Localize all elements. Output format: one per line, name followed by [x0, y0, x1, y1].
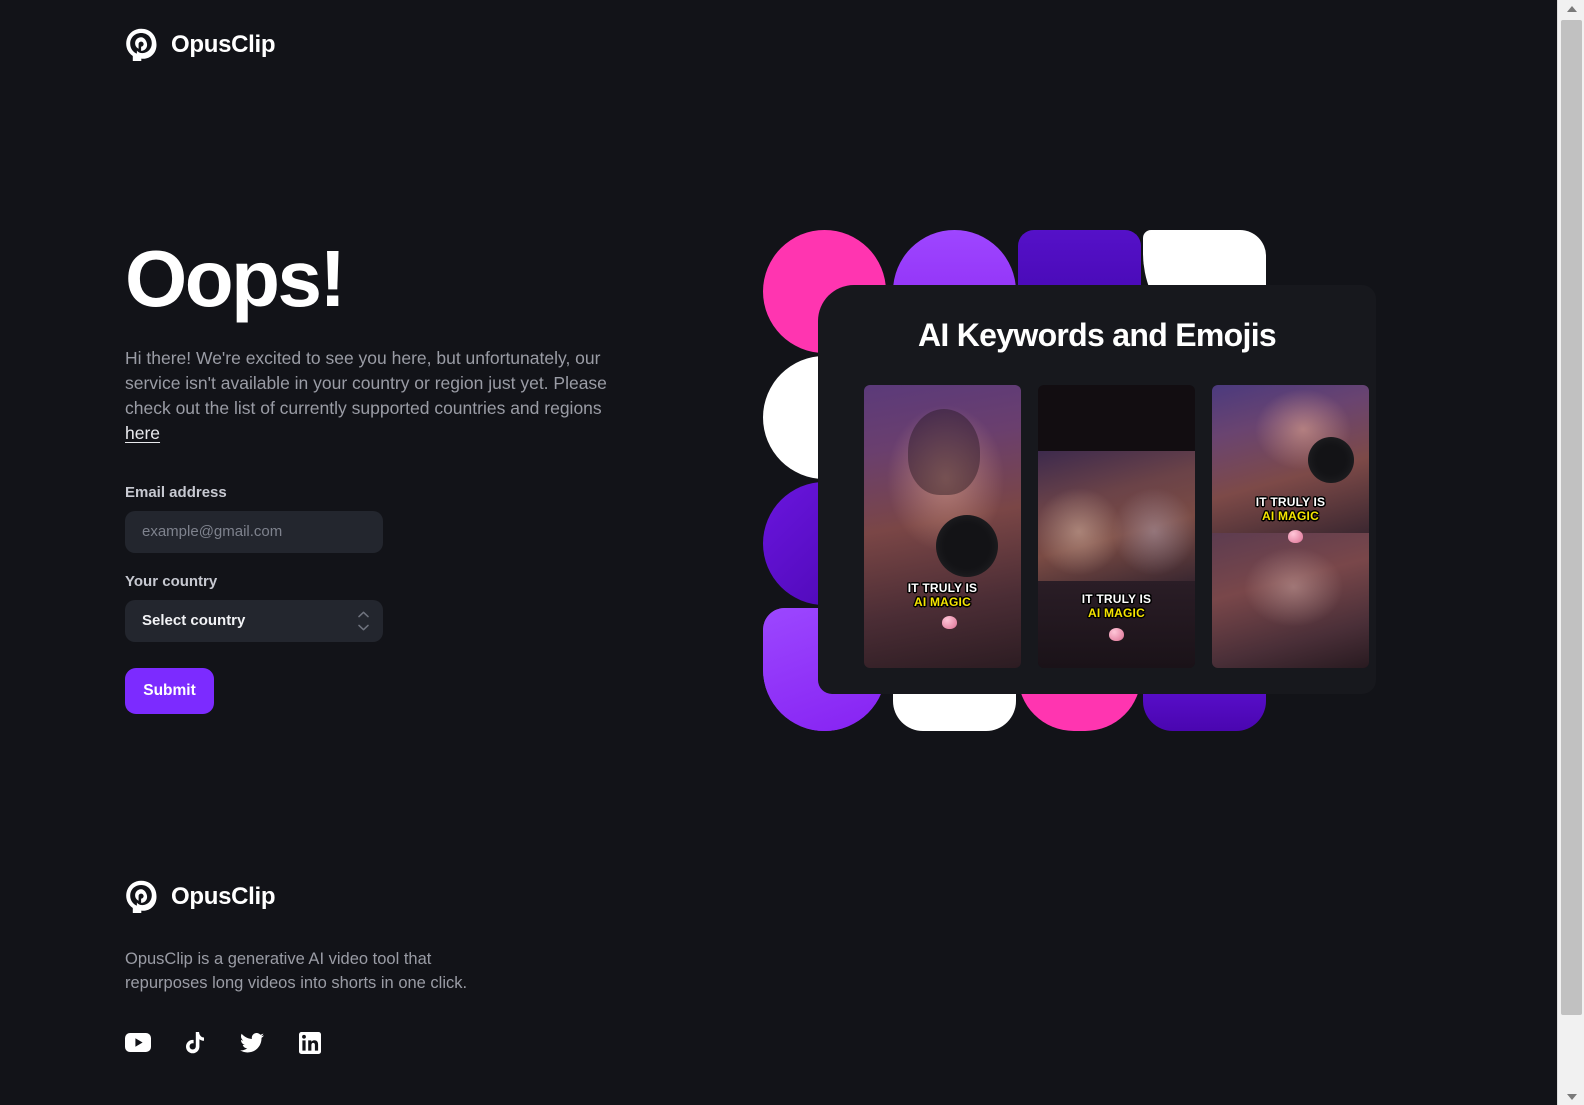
footer-description: OpusClip is a generative AI video tool t…: [125, 950, 468, 992]
page-root: OpusClip Oops! Hi there! We're excited t…: [0, 0, 1584, 1105]
thumbnail-caption: IT TRULY IS AI MAGIC: [1212, 495, 1369, 523]
opusclip-p-logo-icon: [126, 880, 157, 913]
twitter-icon[interactable]: [240, 1032, 264, 1053]
thumbnail-caption: IT TRULY IS AI MAGIC: [1038, 592, 1195, 620]
chevron-down-icon: [358, 624, 369, 631]
hero-thumbnail-row: IT TRULY IS AI MAGIC IT TRULY IS AI MAGI…: [864, 385, 1369, 668]
page-title: Oops!: [125, 234, 346, 323]
footer: OpusClip OpusClip is a generative AI vid…: [125, 880, 545, 1054]
page-description-text: Hi there! We're excited to see you here,…: [125, 348, 607, 419]
opusclip-p-logo-icon: [126, 28, 157, 61]
caption-line-2: AI MAGIC: [914, 595, 971, 610]
footer-social-links: [125, 1031, 545, 1054]
page-viewport: OpusClip Oops! Hi there! We're excited t…: [0, 0, 1557, 1105]
tiktok-icon[interactable]: [186, 1031, 205, 1054]
country-select[interactable]: Select country: [125, 599, 383, 642]
caption-line-1: IT TRULY IS: [1081, 592, 1152, 606]
brain-emoji-icon: [942, 616, 957, 629]
supported-countries-link[interactable]: here: [125, 423, 160, 443]
caption-line-2: AI MAGIC: [1262, 509, 1319, 524]
header-logo[interactable]: OpusClip: [125, 28, 276, 62]
page-description: Hi there! We're excited to see you here,…: [125, 346, 625, 445]
submit-button[interactable]: Submit: [125, 667, 214, 714]
main-content-column: Oops! Hi there! We're excited to see you…: [125, 234, 645, 714]
person-silhouette: [908, 409, 980, 495]
chevron-up-icon: [358, 611, 369, 618]
split-frame-bottom: [1212, 533, 1369, 668]
country-select-chevrons: [358, 611, 369, 631]
letterboxed-frame: [1038, 451, 1195, 581]
linkedin-icon[interactable]: [299, 1031, 321, 1054]
microphone-icon: [936, 515, 998, 577]
country-field-label: Your country: [125, 572, 218, 590]
brain-emoji-icon: [1288, 530, 1303, 543]
scroll-up-arrow-icon[interactable]: [1558, 0, 1584, 17]
video-thumbnail[interactable]: IT TRULY IS AI MAGIC: [1212, 385, 1369, 668]
page-scrollbar[interactable]: [1557, 0, 1584, 1105]
country-select-value: Select country: [142, 612, 246, 630]
microphone-icon: [1308, 437, 1354, 483]
email-field-label: Email address: [125, 483, 227, 501]
hero-card: AI Keywords and Emojis IT TRULY IS AI MA…: [818, 285, 1376, 694]
youtube-icon[interactable]: [125, 1033, 151, 1053]
hero-illustration: AI Keywords and Emojis IT TRULY IS AI MA…: [760, 228, 1376, 738]
country-request-form: Email address Your country Select countr…: [125, 484, 383, 714]
caption-line-1: IT TRULY IS: [1255, 495, 1326, 509]
brain-emoji-icon: [1109, 628, 1124, 641]
caption-line-1: IT TRULY IS: [907, 581, 978, 595]
caption-line-2: AI MAGIC: [1088, 606, 1145, 621]
footer-logo[interactable]: OpusClip: [125, 880, 545, 914]
thumbnail-caption: IT TRULY IS AI MAGIC: [864, 581, 1021, 609]
email-input[interactable]: [125, 510, 383, 553]
header-brand-name: OpusClip: [171, 31, 276, 58]
scrollbar-thumb[interactable]: [1561, 20, 1582, 1015]
hero-card-title: AI Keywords and Emojis: [917, 317, 1277, 353]
footer-brand-name: OpusClip: [171, 883, 276, 910]
video-thumbnail[interactable]: IT TRULY IS AI MAGIC: [864, 385, 1021, 668]
scroll-down-arrow-icon[interactable]: [1558, 1088, 1584, 1105]
video-thumbnail[interactable]: IT TRULY IS AI MAGIC: [1038, 385, 1195, 668]
